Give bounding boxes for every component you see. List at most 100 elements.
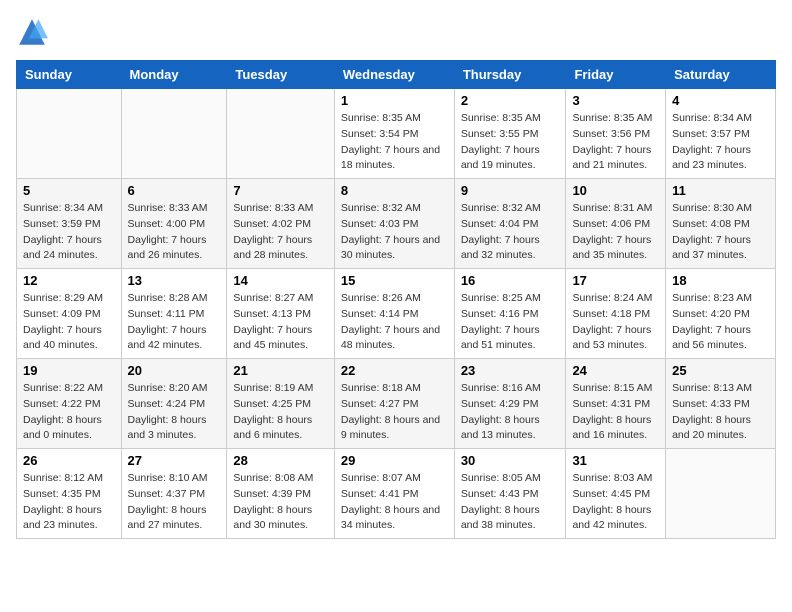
calendar-cell: 14Sunrise: 8:27 AMSunset: 4:13 PMDayligh… [227, 269, 334, 359]
day-info: Sunrise: 8:34 AMSunset: 3:59 PMDaylight:… [23, 201, 115, 264]
calendar-cell: 11 Sunrise: 8:30 AMSunset: 4:08 PMDayligh… [666, 179, 776, 269]
calendar-cell: 22 Sunrise: 8:18 AMSunset: 4:27 PMDayligh… [334, 359, 454, 449]
day-info: Sunrise: 8:10 AMSunset: 4:37 PMDaylight:… [128, 471, 221, 534]
day-info: Sunrise: 8:07 AMSunset: 4:41 PMDaylight:… [341, 471, 448, 534]
calendar-cell [17, 89, 122, 179]
day-info: Sunrise: 8:16 AMSunset: 4:29 PMDaylight:… [461, 381, 560, 444]
day-number: 1 [341, 93, 448, 108]
day-number: 3 [572, 93, 659, 108]
calendar-cell: 29Sunrise: 8:07 AMSunset: 4:41 PMDayligh… [334, 449, 454, 539]
calendar-week-row: 5 Sunrise: 8:34 AMSunset: 3:59 PMDaylight… [17, 179, 776, 269]
calendar-cell: 24 Sunrise: 8:15 AMSunset: 4:31 PMDayligh… [566, 359, 666, 449]
day-info: Sunrise: 8:08 AMSunset: 4:39 PMDaylight:… [233, 471, 327, 534]
day-info: Sunrise: 8:32 AMSunset: 4:03 PMDaylight:… [341, 201, 448, 264]
calendar-header-row: SundayMondayTuesdayWednesdayThursdayFrid… [17, 61, 776, 89]
day-number: 2 [461, 93, 560, 108]
day-info: Sunrise: 8:13 AMSunset: 4:33 PMDaylight:… [672, 381, 769, 444]
day-header-sunday: Sunday [17, 61, 122, 89]
calendar-cell: 3 Sunrise: 8:35 AMSunset: 3:56 PMDaylight… [566, 89, 666, 179]
calendar-table: SundayMondayTuesdayWednesdayThursdayFrid… [16, 60, 776, 539]
day-number: 31 [572, 453, 659, 468]
day-info: Sunrise: 8:34 AMSunset: 3:57 PMDaylight:… [672, 111, 769, 174]
day-number: 21 [233, 363, 327, 378]
calendar-cell: 31 Sunrise: 8:03 AMSunset: 4:45 PMDayligh… [566, 449, 666, 539]
day-info: Sunrise: 8:35 AMSunset: 3:55 PMDaylight:… [461, 111, 560, 174]
calendar-cell: 30 Sunrise: 8:05 AMSunset: 4:43 PMDayligh… [454, 449, 566, 539]
day-info: Sunrise: 8:23 AMSunset: 4:20 PMDaylight:… [672, 291, 769, 354]
calendar-cell: 1 Sunrise: 8:35 AMSunset: 3:54 PMDaylight… [334, 89, 454, 179]
day-number: 28 [233, 453, 327, 468]
day-info: Sunrise: 8:35 AMSunset: 3:54 PMDaylight:… [341, 111, 448, 174]
day-info: Sunrise: 8:28 AMSunset: 4:11 PMDaylight:… [128, 291, 221, 354]
day-info: Sunrise: 8:22 AMSunset: 4:22 PMDaylight:… [23, 381, 115, 444]
calendar-cell [121, 89, 227, 179]
day-info: Sunrise: 8:33 AMSunset: 4:02 PMDaylight:… [233, 201, 327, 264]
day-number: 25 [672, 363, 769, 378]
calendar-cell: 8 Sunrise: 8:32 AMSunset: 4:03 PMDaylight… [334, 179, 454, 269]
day-info: Sunrise: 8:32 AMSunset: 4:04 PMDaylight:… [461, 201, 560, 264]
day-info: Sunrise: 8:20 AMSunset: 4:24 PMDaylight:… [128, 381, 221, 444]
day-number: 5 [23, 183, 115, 198]
day-info: Sunrise: 8:26 AMSunset: 4:14 PMDaylight:… [341, 291, 448, 354]
day-number: 8 [341, 183, 448, 198]
calendar-cell: 10Sunrise: 8:31 AMSunset: 4:06 PMDayligh… [566, 179, 666, 269]
calendar-cell: 21 Sunrise: 8:19 AMSunset: 4:25 PMDayligh… [227, 359, 334, 449]
day-number: 30 [461, 453, 560, 468]
calendar-cell: 19 Sunrise: 8:22 AMSunset: 4:22 PMDayligh… [17, 359, 122, 449]
calendar-week-row: 26Sunrise: 8:12 AMSunset: 4:35 PMDayligh… [17, 449, 776, 539]
day-number: 15 [341, 273, 448, 288]
calendar-week-row: 19 Sunrise: 8:22 AMSunset: 4:22 PMDayligh… [17, 359, 776, 449]
day-info: Sunrise: 8:05 AMSunset: 4:43 PMDaylight:… [461, 471, 560, 534]
calendar-cell [666, 449, 776, 539]
day-header-tuesday: Tuesday [227, 61, 334, 89]
day-number: 13 [128, 273, 221, 288]
day-info: Sunrise: 8:24 AMSunset: 4:18 PMDaylight:… [572, 291, 659, 354]
logo-icon [16, 16, 48, 48]
logo [16, 16, 52, 48]
calendar-cell: 4 Sunrise: 8:34 AMSunset: 3:57 PMDaylight… [666, 89, 776, 179]
calendar-cell: 18 Sunrise: 8:23 AMSunset: 4:20 PMDayligh… [666, 269, 776, 359]
day-number: 7 [233, 183, 327, 198]
calendar-cell: 9 Sunrise: 8:32 AMSunset: 4:04 PMDaylight… [454, 179, 566, 269]
day-info: Sunrise: 8:03 AMSunset: 4:45 PMDaylight:… [572, 471, 659, 534]
calendar-cell: 2 Sunrise: 8:35 AMSunset: 3:55 PMDaylight… [454, 89, 566, 179]
day-header-friday: Friday [566, 61, 666, 89]
day-header-saturday: Saturday [666, 61, 776, 89]
calendar-cell: 6 Sunrise: 8:33 AMSunset: 4:00 PMDaylight… [121, 179, 227, 269]
day-info: Sunrise: 8:15 AMSunset: 4:31 PMDaylight:… [572, 381, 659, 444]
day-number: 20 [128, 363, 221, 378]
calendar-cell: 23 Sunrise: 8:16 AMSunset: 4:29 PMDayligh… [454, 359, 566, 449]
calendar-cell: 26Sunrise: 8:12 AMSunset: 4:35 PMDayligh… [17, 449, 122, 539]
calendar-cell: 12 Sunrise: 8:29 AMSunset: 4:09 PMDayligh… [17, 269, 122, 359]
day-number: 22 [341, 363, 448, 378]
day-info: Sunrise: 8:30 AMSunset: 4:08 PMDaylight:… [672, 201, 769, 264]
day-number: 11 [672, 183, 769, 198]
day-number: 4 [672, 93, 769, 108]
calendar-cell: 17Sunrise: 8:24 AMSunset: 4:18 PMDayligh… [566, 269, 666, 359]
day-number: 18 [672, 273, 769, 288]
calendar-cell: 25 Sunrise: 8:13 AMSunset: 4:33 PMDayligh… [666, 359, 776, 449]
day-info: Sunrise: 8:19 AMSunset: 4:25 PMDaylight:… [233, 381, 327, 444]
day-number: 12 [23, 273, 115, 288]
day-info: Sunrise: 8:29 AMSunset: 4:09 PMDaylight:… [23, 291, 115, 354]
day-number: 19 [23, 363, 115, 378]
day-number: 6 [128, 183, 221, 198]
calendar-cell: 7 Sunrise: 8:33 AMSunset: 4:02 PMDaylight… [227, 179, 334, 269]
calendar-cell: 15 Sunrise: 8:26 AMSunset: 4:14 PMDayligh… [334, 269, 454, 359]
day-info: Sunrise: 8:35 AMSunset: 3:56 PMDaylight:… [572, 111, 659, 174]
calendar-cell: 20 Sunrise: 8:20 AMSunset: 4:24 PMDayligh… [121, 359, 227, 449]
page-header [16, 16, 776, 48]
day-info: Sunrise: 8:18 AMSunset: 4:27 PMDaylight:… [341, 381, 448, 444]
day-number: 9 [461, 183, 560, 198]
day-info: Sunrise: 8:12 AMSunset: 4:35 PMDaylight:… [23, 471, 115, 534]
calendar-cell: 16Sunrise: 8:25 AMSunset: 4:16 PMDayligh… [454, 269, 566, 359]
day-number: 27 [128, 453, 221, 468]
day-info: Sunrise: 8:25 AMSunset: 4:16 PMDaylight:… [461, 291, 560, 354]
day-number: 24 [572, 363, 659, 378]
day-info: Sunrise: 8:33 AMSunset: 4:00 PMDaylight:… [128, 201, 221, 264]
calendar-cell: 28 Sunrise: 8:08 AMSunset: 4:39 PMDayligh… [227, 449, 334, 539]
calendar-cell: 27 Sunrise: 8:10 AMSunset: 4:37 PMDayligh… [121, 449, 227, 539]
day-number: 23 [461, 363, 560, 378]
day-header-wednesday: Wednesday [334, 61, 454, 89]
calendar-cell [227, 89, 334, 179]
